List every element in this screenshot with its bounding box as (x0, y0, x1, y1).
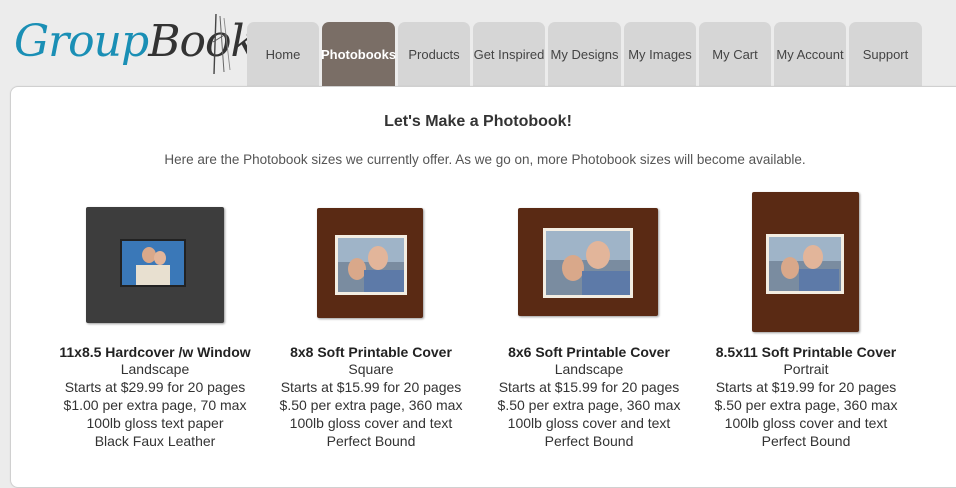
product-price: Starts at $15.99 for 20 pages (280, 379, 462, 395)
product-orientation: Square (348, 361, 394, 377)
groupbook-logo[interactable]: GroupBook (14, 10, 257, 80)
tab-label: Support (862, 46, 909, 62)
product-paper: 100lb gloss cover and text (507, 415, 671, 431)
tab-products[interactable]: Products (398, 22, 470, 86)
cover-photo (543, 228, 633, 298)
tab-label: Photobooks (320, 46, 397, 62)
main-nav: Home Photobooks Products Get Inspired My… (247, 22, 922, 86)
brown-landscape-cover-image (518, 208, 658, 316)
product-title: 8x6 Soft Printable Cover (508, 344, 670, 360)
product-price: Starts at $19.99 for 20 pages (715, 379, 897, 395)
product-extra-pages: $1.00 per extra page, 70 max (63, 397, 247, 413)
tab-label: Home (265, 46, 301, 62)
tab-label: My Images (628, 46, 692, 62)
product-title: 11x8.5 Hardcover /w Window (59, 344, 251, 360)
tab-my-cart[interactable]: My Cart (699, 22, 771, 86)
logo-strokes-icon (212, 13, 231, 75)
product-price: Starts at $29.99 for 20 pages (64, 379, 246, 395)
product-extra-pages: $.50 per extra page, 360 max (497, 397, 681, 413)
black-leather-cover-image (86, 207, 224, 323)
tab-support[interactable]: Support (849, 22, 922, 86)
product-binding: Black Faux Leather (94, 433, 216, 449)
tab-home[interactable]: Home (247, 22, 319, 86)
tab-my-images[interactable]: My Images (624, 22, 696, 86)
page-subtitle: Here are the Photobook sizes we currentl… (164, 152, 806, 167)
product-orientation: Landscape (120, 361, 190, 377)
product-paper: 100lb gloss text paper (86, 415, 224, 431)
tab-label: My Account (776, 46, 844, 62)
product-image[interactable] (691, 190, 921, 340)
logo-text-group: Group (14, 16, 149, 67)
tab-label: Get Inspired (473, 46, 545, 62)
product-binding: Perfect Bound (544, 433, 634, 449)
tab-photobooks[interactable]: Photobooks (320, 22, 397, 86)
cover-photo (335, 235, 407, 295)
product-extra-pages: $.50 per extra page, 360 max (714, 397, 898, 413)
product-card-8-5x11[interactable]: 8.5x11 Soft Printable Cover Portrait Sta… (691, 190, 921, 450)
tab-get-inspired[interactable]: Get Inspired (473, 22, 545, 86)
tab-my-designs[interactable]: My Designs (548, 22, 621, 86)
product-orientation: Landscape (554, 361, 624, 377)
product-card-hardcover-window[interactable]: 11x8.5 Hardcover /w Window Landscape Sta… (40, 190, 270, 450)
page-title: Let's Make a Photobook! (384, 113, 572, 130)
tab-label: My Cart (712, 46, 758, 62)
product-card-8x8[interactable]: 8x8 Soft Printable Cover Square Starts a… (256, 190, 486, 450)
product-title: 8.5x11 Soft Printable Cover (715, 344, 897, 360)
cover-photo (766, 234, 844, 294)
product-extra-pages: $.50 per extra page, 360 max (279, 397, 463, 413)
product-card-8x6[interactable]: 8x6 Soft Printable Cover Landscape Start… (474, 190, 704, 450)
brown-square-cover-image (317, 208, 423, 318)
product-paper: 100lb gloss cover and text (724, 415, 888, 431)
cover-window-photo (120, 239, 186, 287)
product-paper: 100lb gloss cover and text (289, 415, 453, 431)
product-orientation: Portrait (783, 361, 829, 377)
product-image[interactable] (474, 190, 704, 340)
product-price: Starts at $15.99 for 20 pages (498, 379, 680, 395)
product-binding: Perfect Bound (326, 433, 416, 449)
product-image[interactable] (256, 190, 486, 340)
brown-portrait-cover-image (752, 192, 859, 332)
tab-label: Products (408, 46, 460, 62)
tab-my-account[interactable]: My Account (774, 22, 846, 86)
product-binding: Perfect Bound (761, 433, 851, 449)
product-image[interactable] (40, 190, 270, 340)
tab-label: My Designs (550, 46, 619, 62)
logo-text-book: Book (148, 16, 257, 67)
product-title: 8x8 Soft Printable Cover (290, 344, 452, 360)
